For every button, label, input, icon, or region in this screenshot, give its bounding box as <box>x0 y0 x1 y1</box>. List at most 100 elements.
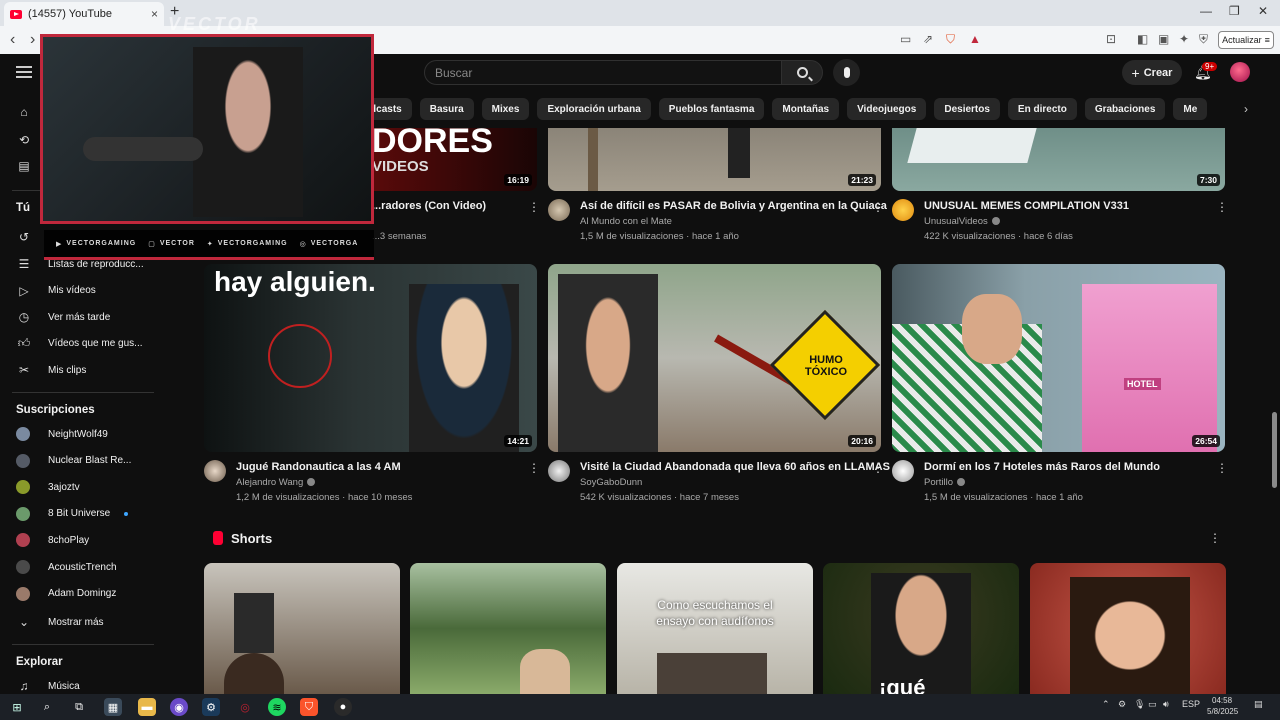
video-title[interactable]: Dormí en los 7 Hoteles más Raros del Mun… <box>924 461 1160 473</box>
subscription-item[interactable]: 8choPlay <box>16 533 89 548</box>
sidebar-item[interactable]: ✂ Mis clips <box>16 362 86 378</box>
filter-chip[interactable]: En directo <box>1007 98 1077 120</box>
short-thumbnail[interactable] <box>410 563 606 694</box>
video-title[interactable]: ...radores (Con Video) <box>372 200 486 212</box>
wallet-icon[interactable]: ▣ <box>1158 32 1169 46</box>
filter-chip[interactable]: Exploración urbana <box>537 98 651 120</box>
vpn-icon[interactable]: ⛨ <box>1199 32 1208 47</box>
cast-icon[interactable]: ▭ <box>900 32 911 46</box>
sidebar-item[interactable]: ◷ Ver más tarde <box>16 309 111 325</box>
subscription-item[interactable]: AcousticTrench <box>16 560 117 574</box>
obs-icon[interactable]: ● <box>334 698 352 716</box>
video-thumbnail[interactable]: 21:23 <box>548 128 881 191</box>
restore-icon[interactable]: ❐ <box>1229 4 1240 18</box>
create-button[interactable]: + Crear <box>1122 60 1182 85</box>
tray-mic-icon[interactable]: 🎙︎ <box>1134 699 1145 710</box>
brave-icon[interactable]: ⛉ <box>300 698 318 716</box>
video-title[interactable]: Jugué Randonautica a las 4 AM <box>236 461 401 473</box>
filter-chip[interactable]: Grabaciones <box>1084 98 1166 120</box>
more-options-icon[interactable]: ⋮ <box>1216 200 1228 214</box>
spotify-icon[interactable]: ≋ <box>268 698 286 716</box>
brave-rewards-icon[interactable]: ▲ <box>969 32 981 46</box>
brave-shield-icon[interactable]: ⛉ <box>946 32 955 47</box>
leo-ai-icon[interactable]: ✦ <box>1179 32 1189 46</box>
tab-search-icon[interactable]: ⊡ <box>1106 32 1116 46</box>
short-thumbnail[interactable]: Como escuchamos el ensayo con audífonos <box>617 563 813 694</box>
hamburger-menu-icon[interactable] <box>16 66 32 78</box>
tab-close-icon[interactable]: × <box>151 7 158 21</box>
taskbar-app-icon[interactable]: ◎ <box>236 698 254 716</box>
update-button[interactable]: Actualizar ≡ <box>1218 31 1274 49</box>
channel-avatar[interactable] <box>548 199 570 221</box>
subscription-item[interactable]: 3ajoztv <box>16 480 80 495</box>
channel-avatar[interactable] <box>892 199 914 221</box>
search-input[interactable]: Buscar <box>424 60 782 85</box>
video-title[interactable]: Visité la Ciudad Abandonada que lleva 60… <box>580 461 890 473</box>
subscription-item[interactable]: 8 Bit Universe <box>16 506 129 521</box>
channel-name[interactable]: Al Mundo con el Mate <box>580 216 672 227</box>
short-thumbnail[interactable] <box>1030 563 1226 694</box>
you-heading[interactable]: Tú <box>16 202 30 214</box>
more-options-icon[interactable]: ⋮ <box>872 461 884 475</box>
network-icon[interactable]: ▭ <box>1148 699 1157 710</box>
filter-chip[interactable]: Pueblos fantasma <box>658 98 765 120</box>
discord-icon[interactable]: ◉ <box>170 698 188 716</box>
volume-icon[interactable]: 🔊︎ <box>1163 699 1169 710</box>
account-avatar[interactable] <box>1230 62 1250 82</box>
browser-tab[interactable]: (14557) YouTube × <box>4 2 164 26</box>
channel-avatar[interactable] <box>892 460 914 482</box>
share-icon[interactable]: ⇗ <box>923 32 933 46</box>
sidebar-item-music[interactable]: ♫ Música <box>16 678 80 694</box>
video-thumbnail[interactable]: hay alguien. 14:21 <box>204 264 537 452</box>
search-button[interactable] <box>781 60 823 85</box>
steam-icon[interactable]: ⚙ <box>202 698 220 716</box>
window-close-icon[interactable]: ✕ <box>1258 4 1268 18</box>
subscription-item[interactable]: Nuclear Blast Re... <box>16 453 131 468</box>
task-view-icon[interactable]: ⧉ <box>70 698 88 716</box>
keyboard-language[interactable]: ESP <box>1182 699 1200 709</box>
channel-name[interactable]: Alejandro Wang <box>236 477 316 488</box>
tray-chevron-icon[interactable]: ⌃ <box>1102 699 1110 710</box>
back-icon[interactable]: ‹ <box>10 31 15 49</box>
windows-start-icon[interactable]: ⊞ <box>8 698 26 716</box>
minimize-icon[interactable]: — <box>1200 4 1212 18</box>
show-more-button[interactable]: ⌄ Mostrar más <box>16 614 104 630</box>
taskbar-app-icon[interactable]: ▦ <box>104 698 122 716</box>
scrollbar-thumb[interactable] <box>1272 412 1277 488</box>
more-options-icon[interactable]: ⋮ <box>1216 461 1228 475</box>
subscription-item[interactable]: NeightWolf49 <box>16 427 108 441</box>
video-title[interactable]: UNUSUAL MEMES COMPILATION V331 <box>924 200 1129 212</box>
more-options-icon[interactable]: ⋮ <box>528 200 540 214</box>
short-thumbnail[interactable]: ¡qué <box>823 563 1019 694</box>
sidebar-toggle-icon[interactable]: ◧ <box>1137 32 1148 46</box>
filter-chip[interactable]: Desiertos <box>934 98 1000 120</box>
notifications-icon[interactable]: ▤ <box>1254 699 1263 710</box>
voice-search-button[interactable] <box>833 59 860 86</box>
more-options-icon[interactable]: ⋮ <box>1209 531 1221 545</box>
video-title[interactable]: Así de difícil es PASAR de Bolivia y Arg… <box>580 200 887 212</box>
forward-icon[interactable]: › <box>30 31 35 49</box>
filter-chip[interactable]: Mixes <box>481 98 530 120</box>
channel-avatar[interactable] <box>204 460 226 482</box>
channel-avatar[interactable] <box>548 460 570 482</box>
file-explorer-icon[interactable]: ▬ <box>138 698 156 716</box>
chevron-right-icon[interactable]: › <box>1244 102 1248 116</box>
filter-chip[interactable]: Me <box>1173 98 1208 120</box>
channel-name[interactable]: UnusualVideos <box>924 216 1000 227</box>
taskbar-search-icon[interactable]: ⌕ <box>38 698 56 716</box>
video-thumbnail[interactable]: 7:30 <box>892 128 1225 191</box>
tray-app-icon[interactable]: ⚙ <box>1118 699 1126 710</box>
sidebar-item[interactable]: 👍︎ Vídeos que me gus... <box>16 336 143 352</box>
more-options-icon[interactable]: ⋮ <box>528 461 540 475</box>
filter-chip[interactable]: Basura <box>419 98 474 120</box>
short-thumbnail[interactable] <box>204 563 400 694</box>
sidebar-item[interactable]: ▷ Mis vídeos <box>16 283 95 299</box>
video-thumbnail[interactable]: HOTEL 26:54 <box>892 264 1225 452</box>
filter-chip[interactable]: Videojuegos <box>847 98 927 120</box>
filter-chip[interactable]: Montañas <box>772 98 840 120</box>
clock-date[interactable]: 5/8/2025 <box>1207 707 1238 716</box>
video-thumbnail[interactable]: HUMO TÓXICO 20:16 <box>548 264 881 452</box>
subscription-item[interactable]: Adam Domingz <box>16 586 116 601</box>
channel-name[interactable]: SoyGaboDunn <box>580 477 642 488</box>
clock-time[interactable]: 04:58 <box>1212 696 1232 705</box>
